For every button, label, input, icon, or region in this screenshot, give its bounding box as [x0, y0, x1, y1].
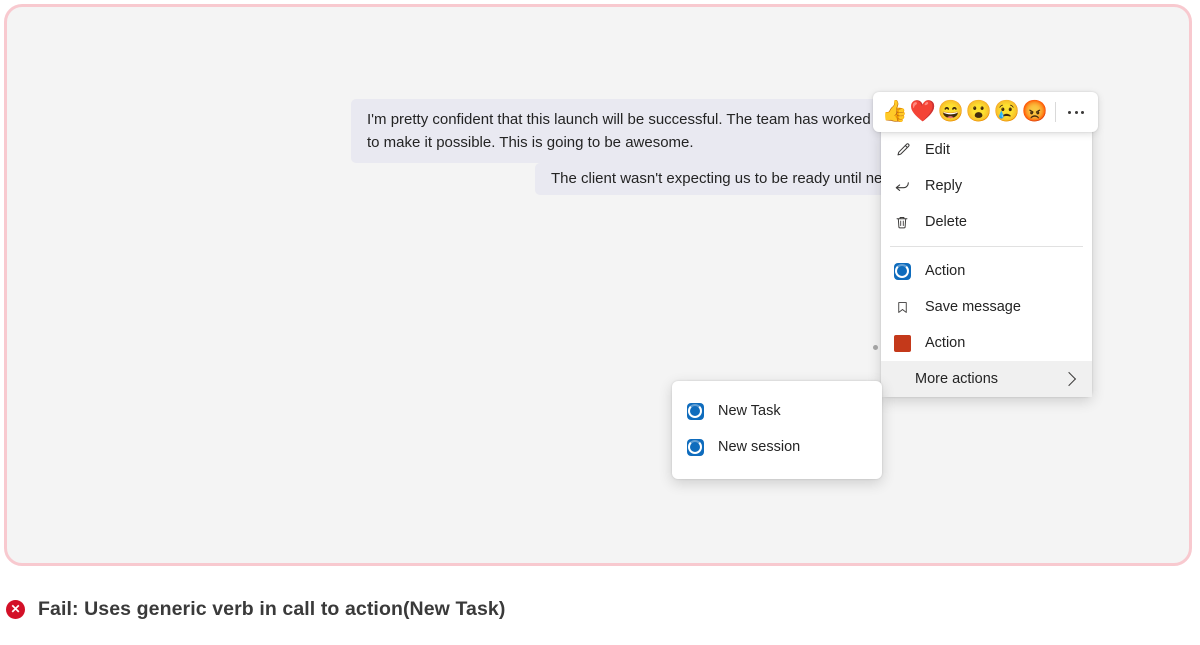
- thumbs-up-reaction[interactable]: 👍: [881, 98, 909, 126]
- caption-text: Fail: Uses generic verb in call to actio…: [38, 598, 505, 621]
- caption: ✕ Fail: Uses generic verb in call to act…: [6, 598, 505, 621]
- copilot-app-icon: [684, 401, 706, 421]
- angry-reaction[interactable]: 😡: [1021, 98, 1049, 126]
- laugh-reaction[interactable]: 😄: [937, 98, 965, 126]
- more-options-icon[interactable]: [1062, 98, 1090, 126]
- trash-icon: [891, 212, 913, 232]
- menu-item-reply[interactable]: Reply: [881, 168, 1092, 204]
- menu-item-delete[interactable]: Delete: [881, 204, 1092, 240]
- menu-item-label: Delete: [925, 214, 1082, 230]
- pointer-marker: [873, 345, 878, 350]
- copilot-app-icon: [891, 261, 913, 281]
- menu-item-label: Edit: [925, 142, 1082, 158]
- menu-item-label: Save message: [925, 299, 1082, 315]
- menu-item-label: Reply: [925, 178, 1082, 194]
- more-actions-submenu[interactable]: New Task New session: [672, 381, 882, 479]
- submenu-item-new-session[interactable]: New session: [672, 429, 882, 465]
- bookmark-icon: [891, 297, 913, 317]
- menu-item-label: Action: [925, 263, 1082, 279]
- sad-reaction[interactable]: 😢: [993, 98, 1021, 126]
- reaction-toolbar[interactable]: 👍 ❤️ 😄 😮 😢 😡: [873, 92, 1098, 132]
- copilot-app-icon: [684, 437, 706, 457]
- menu-item-more-actions[interactable]: More actions: [881, 361, 1092, 397]
- surprised-reaction[interactable]: 😮: [965, 98, 993, 126]
- menu-item-label: More actions: [915, 371, 1064, 387]
- screenshot-frame: I'm pretty confident that this launch wi…: [4, 4, 1192, 566]
- menu-item-edit[interactable]: Edit: [881, 132, 1092, 168]
- pencil-icon: [891, 140, 913, 160]
- menu-item-action-copilot[interactable]: Action: [881, 253, 1092, 289]
- menu-item-label: Action: [925, 335, 1082, 351]
- toolbar-divider: [1055, 102, 1056, 122]
- menu-item-save-message[interactable]: Save message: [881, 289, 1092, 325]
- red-square-app-icon: [891, 333, 913, 353]
- reply-arrow-icon: [891, 176, 913, 196]
- menu-item-action-red[interactable]: Action: [881, 325, 1092, 361]
- submenu-item-label: New session: [718, 439, 872, 455]
- fail-icon: ✕: [6, 600, 25, 619]
- menu-divider: [890, 246, 1083, 247]
- heart-reaction[interactable]: ❤️: [909, 98, 937, 126]
- chevron-right-icon: [1062, 372, 1076, 386]
- message-context-menu[interactable]: Edit Reply Delete: [881, 125, 1092, 397]
- submenu-item-label: New Task: [718, 403, 872, 419]
- submenu-item-new-task[interactable]: New Task: [672, 393, 882, 429]
